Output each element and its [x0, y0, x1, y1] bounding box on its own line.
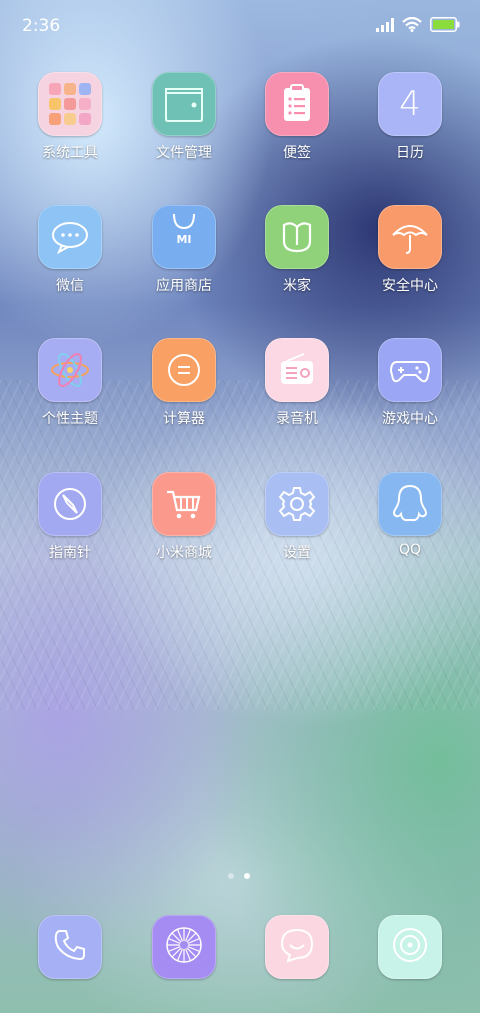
app-label: 便签	[283, 145, 311, 161]
app-label: 计算器	[163, 411, 205, 427]
dock-browser[interactable]	[378, 915, 442, 979]
chat-bubble-icon	[38, 205, 102, 269]
compass-icon	[38, 472, 102, 536]
app-label: 系统工具	[42, 145, 98, 161]
folder-grid-icon	[38, 72, 102, 136]
app-calculator[interactable]: 计算器	[129, 338, 239, 428]
app-label: 个性主题	[42, 411, 98, 427]
app-compass[interactable]: 指南针	[15, 472, 125, 562]
shopping-bag-icon: MI	[152, 205, 216, 269]
app-label: 游戏中心	[382, 411, 438, 427]
app-notes[interactable]: 便签	[242, 72, 352, 162]
gamepad-icon	[378, 338, 442, 402]
app-mi-store[interactable]: 小米商城	[129, 472, 239, 562]
app-security-center[interactable]: 安全中心	[355, 205, 465, 295]
app-label: QQ	[398, 542, 422, 558]
camera-shutter-icon	[162, 923, 206, 971]
page-indicator	[228, 873, 250, 879]
dock-camera[interactable]	[152, 915, 216, 979]
browser-icon	[388, 923, 432, 971]
page-dot[interactable]	[228, 873, 234, 879]
radio-icon	[265, 338, 329, 402]
gear-icon	[265, 472, 329, 536]
file-folder-icon	[152, 72, 216, 136]
equals-icon	[152, 338, 216, 402]
page-dot-active[interactable]	[244, 873, 250, 879]
app-label: 应用商店	[156, 278, 212, 294]
app-app-store[interactable]: MI 应用商店	[129, 205, 239, 295]
status-bar: 2:36	[0, 0, 480, 50]
message-bubble-icon	[275, 923, 319, 971]
phone-icon	[50, 925, 90, 969]
app-label: 微信	[56, 278, 84, 294]
app-file-manager[interactable]: 文件管理	[129, 72, 239, 162]
app-wechat[interactable]: 微信	[15, 205, 125, 295]
signal-icon	[376, 17, 394, 32]
battery-icon	[430, 17, 460, 32]
mijia-icon	[265, 205, 329, 269]
status-icons	[376, 17, 460, 32]
atom-icon	[38, 338, 102, 402]
calendar-icon: 4	[378, 72, 442, 136]
app-qq[interactable]: QQ	[355, 472, 465, 558]
app-recorder[interactable]: 录音机	[242, 338, 352, 428]
wifi-icon	[402, 17, 422, 32]
calendar-day: 4	[399, 84, 421, 124]
dock-messages[interactable]	[265, 915, 329, 979]
app-store-badge: MI	[176, 232, 192, 246]
app-label: 指南针	[49, 545, 91, 561]
app-label: 设置	[283, 545, 311, 561]
app-label: 日历	[396, 145, 424, 161]
app-settings[interactable]: 设置	[242, 472, 352, 562]
app-label: 小米商城	[156, 545, 212, 561]
umbrella-icon	[378, 205, 442, 269]
notes-icon	[265, 72, 329, 136]
app-mijia[interactable]: 米家	[242, 205, 352, 295]
cart-icon	[152, 472, 216, 536]
status-time: 2:36	[22, 16, 61, 36]
dock-phone[interactable]	[38, 915, 102, 979]
app-calendar[interactable]: 4 日历	[355, 72, 465, 162]
app-themes[interactable]: 个性主题	[15, 338, 125, 428]
app-label: 安全中心	[382, 278, 438, 294]
app-game-center[interactable]: 游戏中心	[355, 338, 465, 428]
app-label: 文件管理	[156, 145, 212, 161]
app-system-tools[interactable]: 系统工具	[15, 72, 125, 162]
app-label: 米家	[283, 278, 311, 294]
penguin-icon	[378, 472, 442, 536]
app-label: 录音机	[276, 411, 318, 427]
